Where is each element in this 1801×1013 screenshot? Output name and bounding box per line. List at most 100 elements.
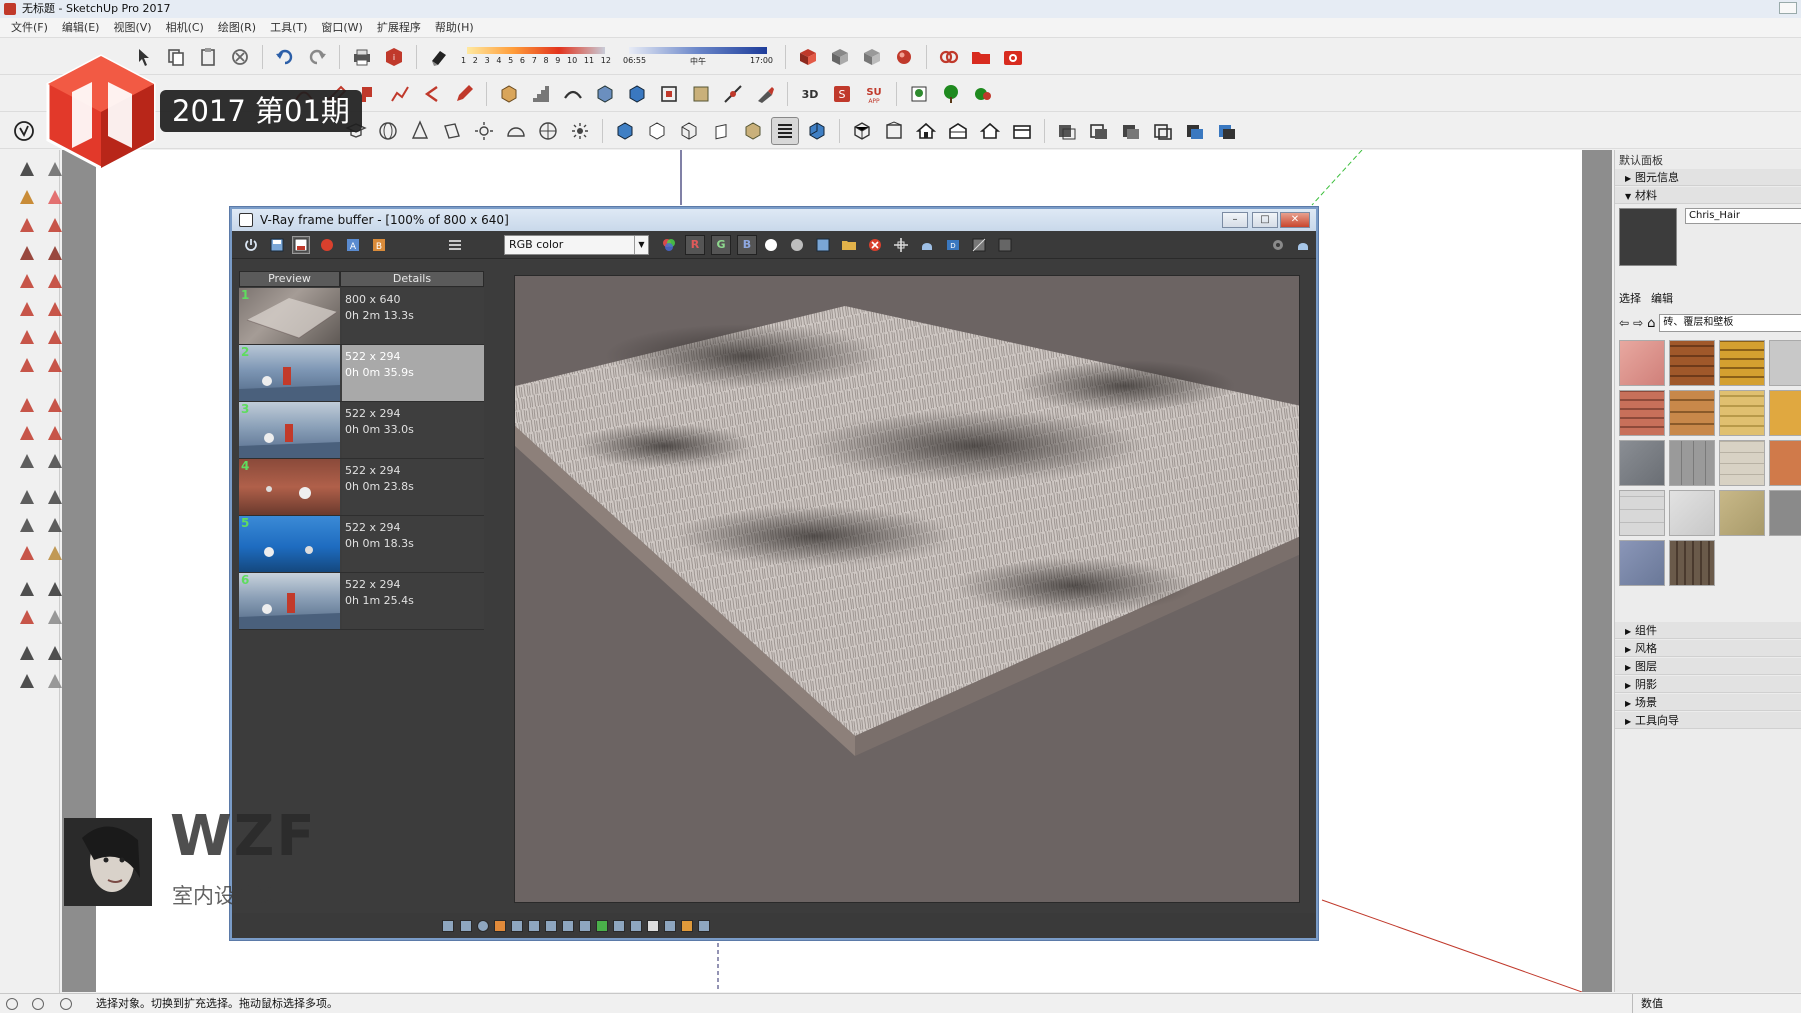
copy-icon[interactable] bbox=[162, 43, 190, 71]
material-thumbnail[interactable] bbox=[1619, 440, 1665, 486]
stamp-icon[interactable] bbox=[681, 920, 693, 932]
stop-render-icon[interactable] bbox=[866, 236, 884, 254]
channel-select[interactable]: RGB color ▼ bbox=[504, 235, 649, 255]
settings-gear-icon[interactable] bbox=[1269, 236, 1287, 254]
user-icon[interactable] bbox=[60, 998, 72, 1010]
three-point-arc-icon[interactable] bbox=[14, 324, 40, 350]
alpha-white-icon[interactable] bbox=[762, 236, 780, 254]
shadow-toggle-icon[interactable] bbox=[425, 43, 453, 71]
menu-extensions[interactable]: 扩展程序 bbox=[370, 18, 428, 37]
compare-b-icon[interactable]: B bbox=[370, 236, 388, 254]
compare-a-icon[interactable]: A bbox=[344, 236, 362, 254]
vray-frame-buffer-icon[interactable] bbox=[935, 43, 963, 71]
dimension-tool-icon[interactable] bbox=[719, 80, 747, 108]
vfb-close-button[interactable]: ✕ bbox=[1280, 212, 1310, 228]
curve-tool-icon[interactable] bbox=[559, 80, 587, 108]
credits-icon[interactable] bbox=[32, 998, 44, 1010]
material-thumbnail[interactable] bbox=[1669, 540, 1715, 586]
histogram-icon[interactable] bbox=[647, 920, 659, 932]
rotate-tool-icon[interactable] bbox=[14, 392, 40, 418]
tray-shadows[interactable]: ▶ 阴影 bbox=[1615, 676, 1801, 693]
shadow-date-slider[interactable]: 1 2 3 4 5 6 7 8 9 10 11 12 bbox=[461, 43, 611, 71]
color-correction-icon[interactable] bbox=[970, 236, 988, 254]
mono-icon[interactable] bbox=[788, 236, 806, 254]
red-channel-button[interactable]: R bbox=[685, 235, 705, 255]
vfb-minimize-button[interactable]: – bbox=[1222, 212, 1248, 228]
forward-arrow-icon[interactable]: ⇨ bbox=[1633, 316, 1643, 330]
material-thumbnail[interactable] bbox=[1619, 340, 1665, 386]
sphere-icon[interactable] bbox=[374, 117, 402, 145]
prism-icon[interactable] bbox=[438, 117, 466, 145]
pan-icon[interactable] bbox=[664, 920, 676, 932]
material-thumbnail[interactable] bbox=[1619, 390, 1665, 436]
home-icon[interactable]: ⌂ bbox=[1647, 316, 1655, 331]
color-picker-icon[interactable] bbox=[494, 920, 506, 932]
vfb-titlebar[interactable]: V-Ray frame buffer - [100% of 800 x 640]… bbox=[232, 209, 1316, 231]
track-mouse-icon[interactable] bbox=[442, 920, 454, 932]
history-row[interactable]: 3 522 x 294 0h 0m 33.0s bbox=[239, 402, 484, 459]
pencil-red-icon[interactable] bbox=[450, 80, 478, 108]
vray-interactive-icon[interactable] bbox=[826, 43, 854, 71]
plugin-s-icon[interactable]: S bbox=[828, 80, 856, 108]
material-thumbnail[interactable] bbox=[1769, 340, 1801, 386]
vray-render-icon[interactable] bbox=[794, 43, 822, 71]
menu-window[interactable]: 窗口(W) bbox=[314, 18, 369, 37]
vray-material-editor-icon[interactable] bbox=[890, 43, 918, 71]
green-channel-button[interactable]: G bbox=[711, 235, 731, 255]
menu-view[interactable]: 视图(V) bbox=[106, 18, 158, 37]
undo-icon[interactable] bbox=[271, 43, 299, 71]
material-thumbnail[interactable] bbox=[1719, 490, 1765, 536]
light-icon[interactable] bbox=[566, 117, 594, 145]
history-row[interactable]: 6 522 x 294 0h 1m 25.4s bbox=[239, 573, 484, 630]
render-image[interactable] bbox=[514, 275, 1300, 903]
teapot-icon[interactable] bbox=[1294, 236, 1312, 254]
geo-location-icon[interactable] bbox=[6, 998, 18, 1010]
component-tool-icon[interactable] bbox=[623, 80, 651, 108]
view-top-icon[interactable] bbox=[643, 117, 671, 145]
history-details-header[interactable]: Details bbox=[340, 271, 484, 287]
material-thumbnail[interactable] bbox=[1669, 490, 1715, 536]
vray-folder-icon[interactable] bbox=[967, 43, 995, 71]
ocio-icon[interactable] bbox=[613, 920, 625, 932]
erase-icon[interactable] bbox=[226, 43, 254, 71]
hamburger-menu-icon[interactable] bbox=[446, 236, 464, 254]
xray-style-icon[interactable] bbox=[848, 117, 876, 145]
display-color-icon[interactable] bbox=[477, 920, 489, 932]
model-info-icon[interactable]: i bbox=[380, 43, 408, 71]
zoom-extents-icon[interactable] bbox=[14, 604, 40, 630]
paste-icon[interactable] bbox=[194, 43, 222, 71]
stair-tool-icon[interactable] bbox=[527, 80, 555, 108]
clear-image-icon[interactable] bbox=[318, 236, 336, 254]
box-tool-icon[interactable] bbox=[495, 80, 523, 108]
lens-effects-icon[interactable]: D bbox=[944, 236, 962, 254]
rectangle-tool-icon[interactable] bbox=[14, 240, 40, 266]
material-thumbnail[interactable] bbox=[1619, 540, 1665, 586]
material-thumbnail[interactable] bbox=[1719, 440, 1765, 486]
globe-icon[interactable] bbox=[534, 117, 562, 145]
solid-tool-icon[interactable] bbox=[591, 80, 619, 108]
material-thumbnail[interactable] bbox=[1719, 390, 1765, 436]
vfb-maximize-button[interactable]: □ bbox=[1252, 212, 1278, 228]
history-row[interactable]: 4 522 x 294 0h 0m 23.8s bbox=[239, 459, 484, 516]
menu-draw[interactable]: 绘图(R) bbox=[211, 18, 263, 37]
sun-icon[interactable] bbox=[470, 117, 498, 145]
lut-icon[interactable] bbox=[596, 920, 608, 932]
section-plane-icon[interactable] bbox=[1053, 117, 1081, 145]
power-icon[interactable] bbox=[242, 236, 260, 254]
material-thumbnail[interactable] bbox=[1769, 490, 1801, 536]
tree-icon[interactable] bbox=[937, 80, 965, 108]
house-icon[interactable] bbox=[912, 117, 940, 145]
history-preview-header[interactable]: Preview bbox=[239, 271, 340, 287]
vray-options-icon[interactable] bbox=[858, 43, 886, 71]
tray-styles[interactable]: ▶ 风格 bbox=[1615, 640, 1801, 657]
section-blue2-icon[interactable] bbox=[1213, 117, 1241, 145]
tray-materials[interactable]: ▼ 材料 bbox=[1615, 187, 1801, 204]
open-folder-icon[interactable] bbox=[840, 236, 858, 254]
group-tool-icon[interactable] bbox=[655, 80, 683, 108]
scale-tool-icon[interactable] bbox=[14, 420, 40, 446]
orbit-icon[interactable] bbox=[14, 540, 40, 566]
back-arrow-icon[interactable]: ⇦ bbox=[1619, 316, 1629, 330]
tape-measure-icon[interactable] bbox=[14, 448, 40, 474]
color-channels-icon[interactable] bbox=[660, 236, 678, 254]
line-tool-icon[interactable] bbox=[14, 212, 40, 238]
